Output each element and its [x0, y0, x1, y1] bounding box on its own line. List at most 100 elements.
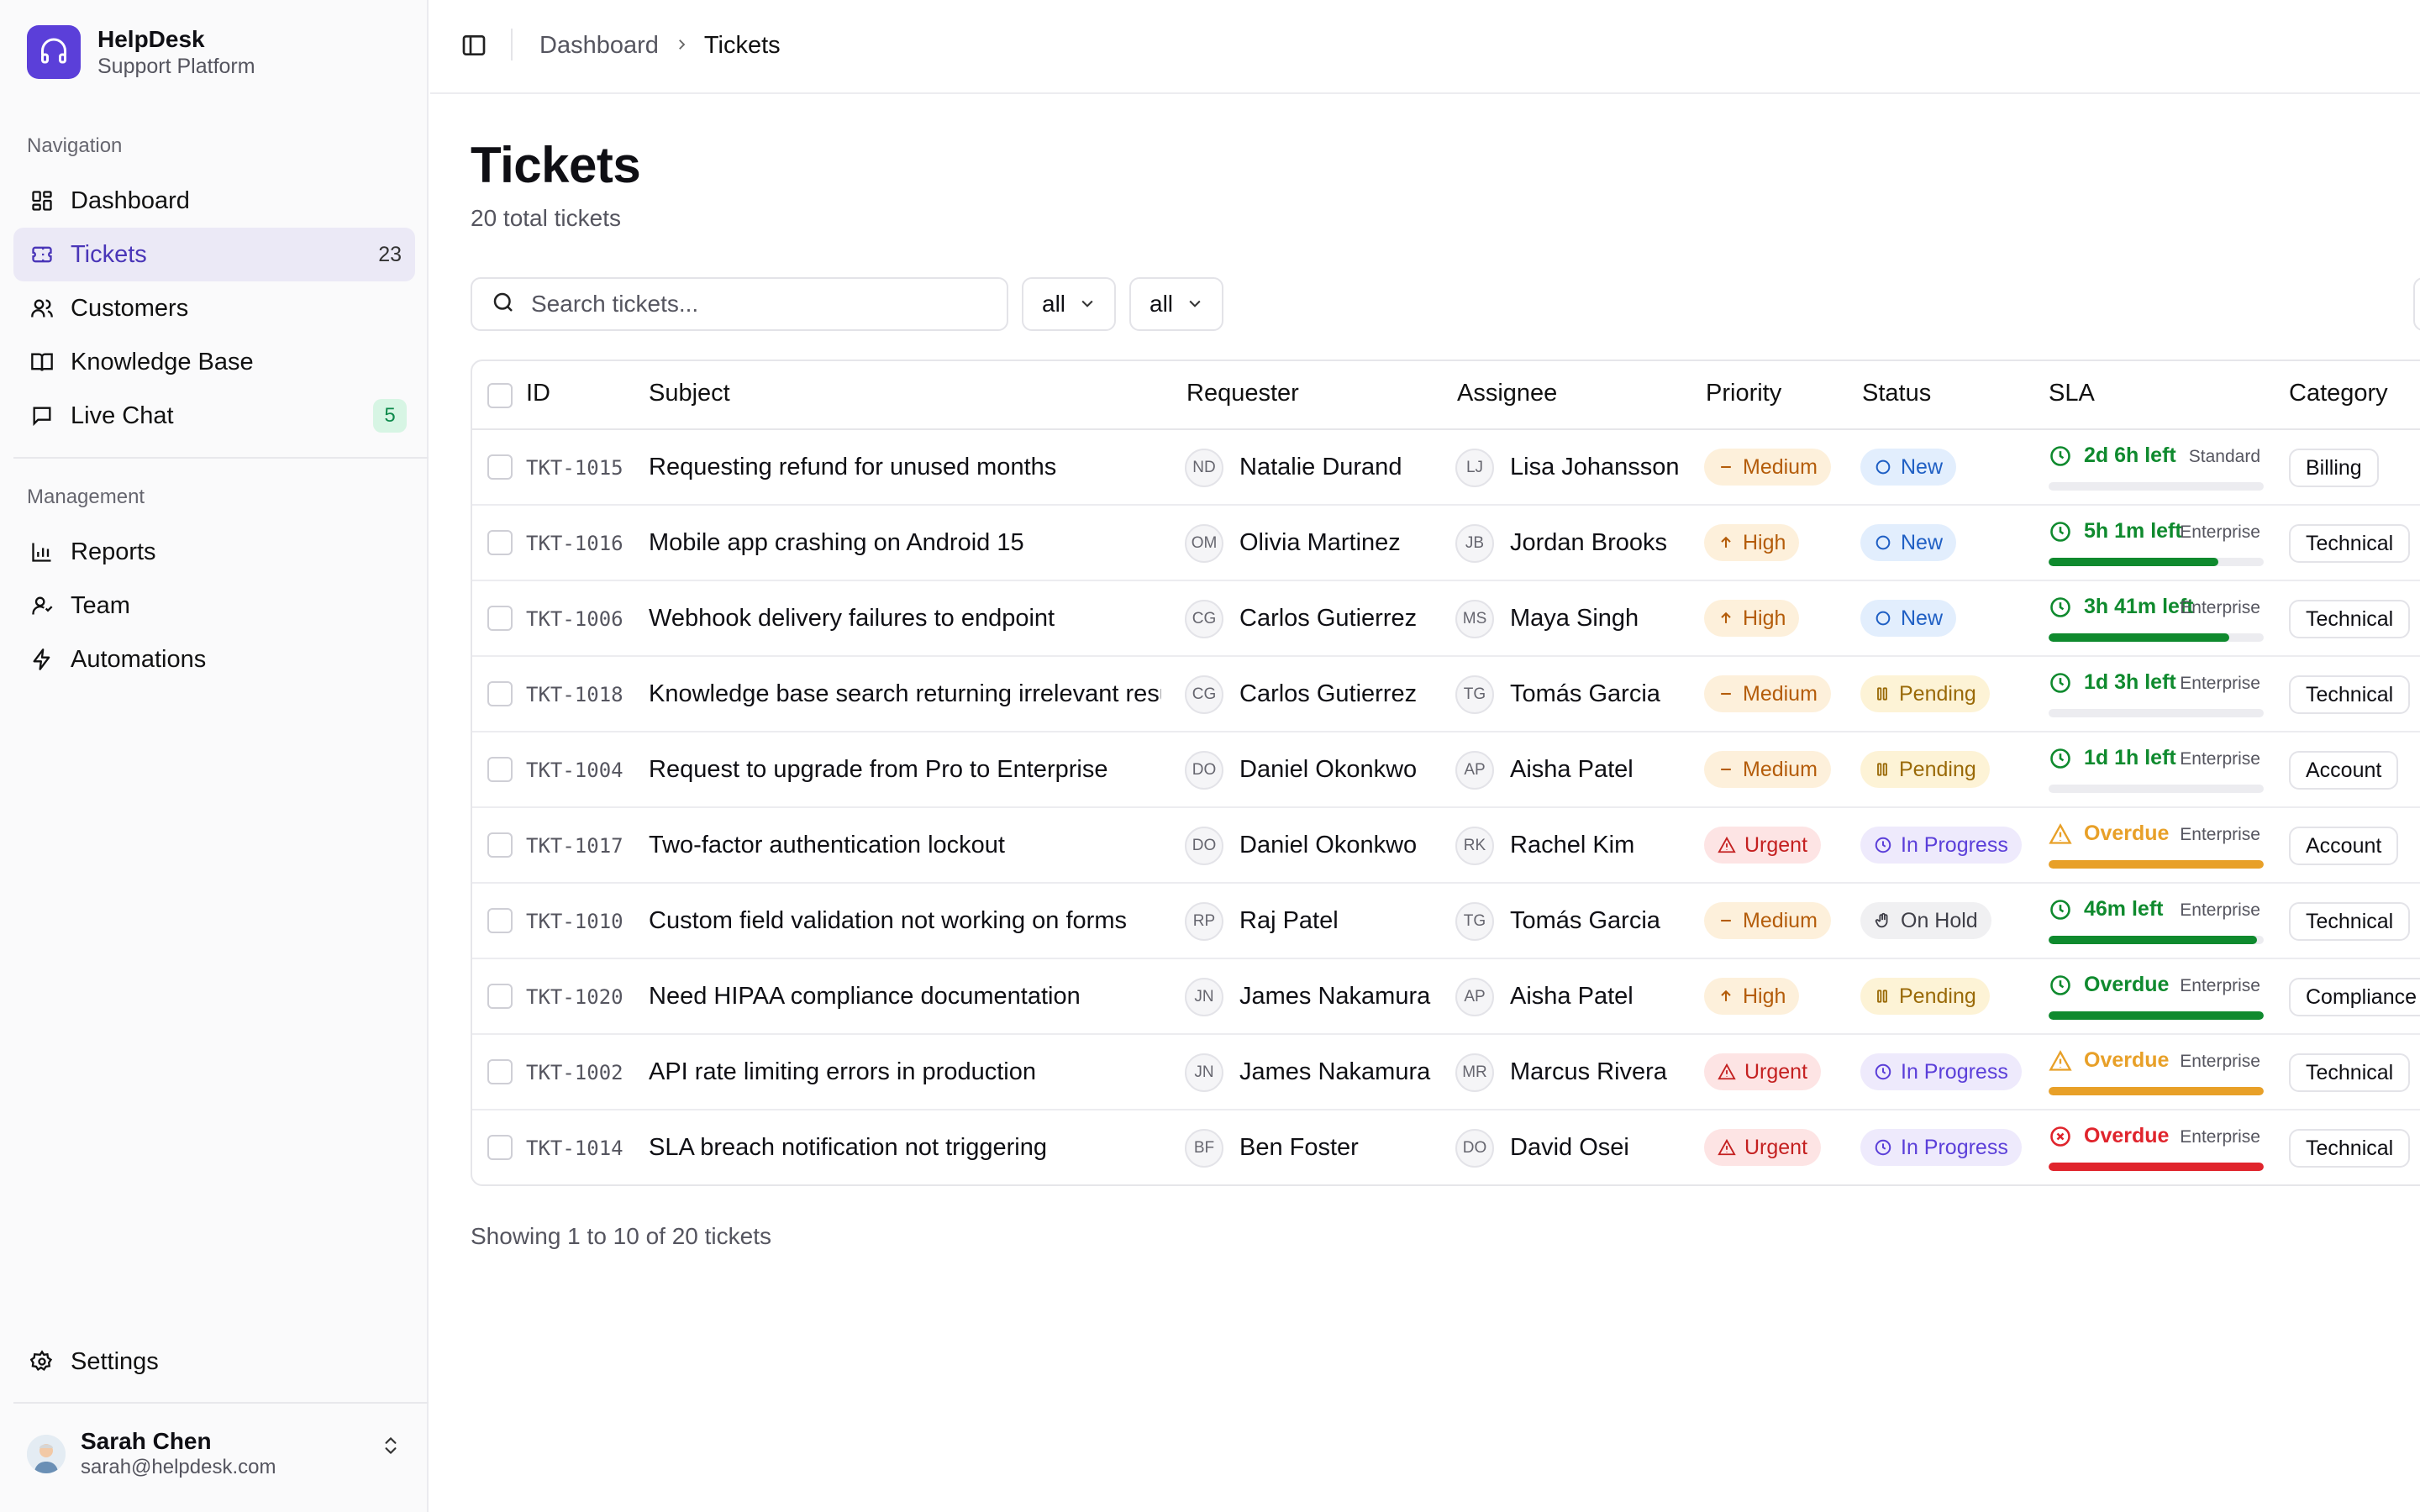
status-label: New	[1901, 530, 1944, 554]
column-header-priority[interactable]: Priority	[1706, 380, 1781, 407]
sidebar-item-customers[interactable]: Customers	[13, 281, 415, 335]
ticket-count: 23	[378, 242, 402, 266]
requester-avatar: BF	[1185, 1129, 1223, 1168]
sidebar-toggle-icon[interactable]	[460, 32, 487, 63]
priority-filter-select[interactable]: all	[1129, 277, 1224, 331]
brand-name: HelpDesk	[97, 26, 205, 52]
ticket-subject[interactable]: Two-factor authentication lockout	[649, 832, 1161, 859]
search-box[interactable]	[471, 277, 1008, 331]
ticket-id[interactable]: TKT-1016	[526, 532, 623, 555]
sla-progress-bar	[2049, 709, 2264, 717]
priority-badge: Urgent	[1704, 1053, 1822, 1090]
column-header-subject[interactable]: Subject	[649, 380, 730, 407]
column-header-status[interactable]: Status	[1862, 380, 1931, 407]
priority-label: Medium	[1743, 757, 1818, 781]
row-checkbox[interactable]	[487, 606, 513, 631]
ticket-subject[interactable]: Request to upgrade from Pro to Enterpris…	[649, 756, 1161, 784]
search-input[interactable]	[531, 291, 985, 318]
table-row[interactable]: TKT-1010 Custom field validation not work…	[472, 884, 2420, 959]
alert-triangle-icon	[1718, 1138, 1744, 1157]
ticket-id[interactable]: TKT-1018	[526, 683, 623, 706]
table-row[interactable]: TKT-1015 Requesting refund for unused mon…	[472, 430, 2420, 506]
ticket-id[interactable]: TKT-1010	[526, 910, 623, 933]
row-checkbox[interactable]	[487, 1059, 513, 1084]
sla-progress-fill	[2049, 633, 2230, 642]
table-row[interactable]: TKT-1006 Webhook delivery failures to end…	[472, 581, 2420, 657]
column-header-requester[interactable]: Requester	[1186, 380, 1299, 407]
column-header-assignee[interactable]: Assignee	[1457, 380, 1557, 407]
table-row[interactable]: TKT-1014 SLA breach notification not trig…	[472, 1110, 2420, 1184]
row-checkbox[interactable]	[487, 681, 513, 706]
row-checkbox[interactable]	[487, 530, 513, 555]
category-tag: Account	[2289, 751, 2399, 790]
table-row[interactable]: TKT-1017 Two-factor authentication lockou…	[472, 808, 2420, 884]
ticket-id[interactable]: TKT-1002	[526, 1061, 623, 1084]
row-checkbox[interactable]	[487, 832, 513, 858]
ticket-subject[interactable]: Requesting refund for unused months	[649, 454, 1161, 481]
sidebar-item-tickets[interactable]: Tickets 23	[13, 228, 415, 281]
ticket-subject[interactable]: Webhook delivery failures to endpoint	[649, 605, 1161, 633]
ticket-id[interactable]: TKT-1006	[526, 607, 623, 631]
sla-progress-bar	[2049, 1163, 2264, 1171]
sla-progress-fill	[2049, 860, 2264, 869]
ticket-subject[interactable]: API rate limiting errors in production	[649, 1058, 1161, 1086]
ticket-id[interactable]: TKT-1015	[526, 456, 623, 480]
table-row[interactable]: TKT-1016 Mobile app crashing on Android 1…	[472, 506, 2420, 581]
sla-progress-fill	[2049, 558, 2219, 566]
ticket-subject[interactable]: Custom field validation not working on f…	[649, 907, 1161, 935]
nav-section-label: Navigation	[27, 134, 123, 157]
requester-name: Ben Foster	[1239, 1134, 1359, 1161]
table-row[interactable]: TKT-1020 Need HIPAA compliance documentat…	[472, 959, 2420, 1035]
ticket-subject[interactable]: Mobile app crashing on Android 15	[649, 529, 1161, 557]
ticket-id[interactable]: TKT-1017	[526, 834, 623, 858]
clock-icon	[2049, 444, 2084, 468]
requester-avatar: RP	[1185, 902, 1223, 941]
sidebar-item-knowledge-base[interactable]: Knowledge Base	[13, 335, 415, 389]
status-label: In Progress	[1901, 1059, 2008, 1084]
sidebar-item-automations[interactable]: Automations	[13, 633, 415, 686]
sidebar-item-dashboard[interactable]: Dashboard	[13, 174, 415, 228]
requester-name: Daniel Okonkwo	[1239, 756, 1418, 783]
row-checkbox[interactable]	[487, 757, 513, 782]
row-checkbox[interactable]	[487, 908, 513, 933]
column-header-sla[interactable]: SLA	[2049, 380, 2095, 407]
sidebar-item-team[interactable]: Team	[13, 579, 415, 633]
arrow-up-icon	[1718, 610, 1743, 627]
row-checkbox[interactable]	[487, 454, 513, 480]
column-header-category[interactable]: Category	[2289, 380, 2388, 407]
table-row[interactable]: TKT-1004 Request to upgrade from Pro to E…	[472, 732, 2420, 808]
user-email: sarah@helpdesk.com	[81, 1456, 276, 1478]
ticket-id[interactable]: TKT-1020	[526, 985, 623, 1009]
table-row[interactable]: TKT-1002 API rate limiting errors in prod…	[472, 1035, 2420, 1110]
category-tag: Account	[2289, 827, 2399, 865]
select-all-checkbox[interactable]	[487, 383, 513, 408]
sidebar-item-settings[interactable]: Settings	[13, 1335, 415, 1389]
chevrons-up-down-icon[interactable]	[380, 1433, 402, 1462]
sla-text: Overdue	[2084, 1048, 2170, 1072]
sidebar-item-reports[interactable]: Reports	[13, 525, 415, 579]
ticket-subject[interactable]: SLA breach notification not triggering	[649, 1134, 1161, 1162]
requester-avatar: CG	[1185, 675, 1223, 714]
user-menu[interactable]: Sarah Chen sarah@helpdesk.com	[27, 1428, 402, 1480]
ticket-id[interactable]: TKT-1004	[526, 759, 623, 782]
chevron-down-icon	[1079, 291, 1096, 318]
sla-text: 5h 1m left	[2084, 519, 2182, 543]
priority-badge: Urgent	[1704, 1129, 1822, 1166]
breadcrumb-dashboard[interactable]: Dashboard	[539, 32, 659, 60]
sla-text: 1d 1h left	[2084, 746, 2176, 769]
ticket-id[interactable]: TKT-1014	[526, 1137, 623, 1160]
sla-progress-bar	[2049, 860, 2264, 869]
table-row[interactable]: TKT-1018 Knowledge base search returning …	[472, 657, 2420, 732]
sla-text: 46m left	[2084, 897, 2164, 921]
ticket-subject[interactable]: Need HIPAA compliance documentation	[649, 983, 1161, 1011]
minus-icon	[1718, 459, 1743, 475]
sidebar-item-live-chat[interactable]: Live Chat 5	[13, 389, 415, 443]
column-header-id[interactable]: ID	[526, 380, 550, 407]
row-checkbox[interactable]	[487, 1135, 513, 1160]
columns-button[interactable]	[2413, 277, 2420, 331]
sla-indicator: Overdue	[2049, 822, 2169, 846]
row-checkbox[interactable]	[487, 984, 513, 1009]
status-filter-select[interactable]: all	[1022, 277, 1117, 331]
brand[interactable]: HelpDesk Support Platform	[27, 25, 255, 79]
ticket-subject[interactable]: Knowledge base search returning irreleva…	[649, 680, 1161, 708]
